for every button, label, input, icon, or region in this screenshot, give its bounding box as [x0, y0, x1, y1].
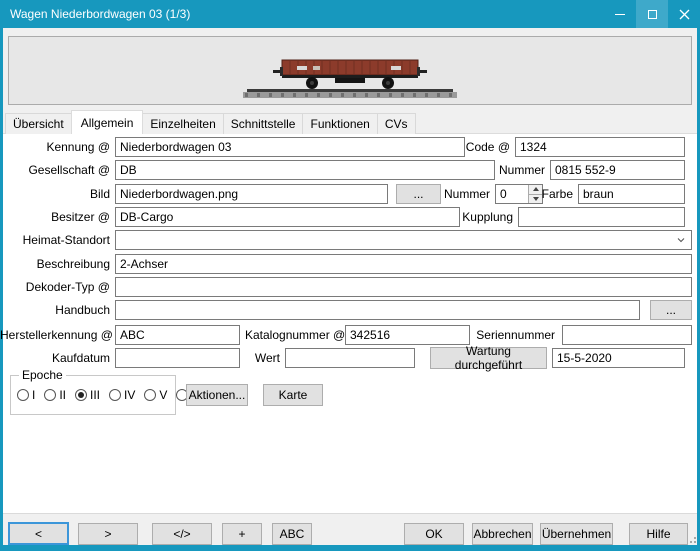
nummer-input[interactable]	[550, 160, 685, 180]
tab-label: Allgemein	[81, 116, 134, 130]
wagennummer-input[interactable]	[496, 185, 528, 203]
radio-label: IV	[124, 388, 135, 402]
beschreibung-label: Beschreibung	[0, 254, 110, 274]
dekoder-typ-label: Dekoder-Typ @	[0, 277, 110, 297]
beschreibung-input[interactable]	[115, 254, 692, 274]
tab-strip: Übersicht Allgemein Einzelheiten Schnitt…	[5, 110, 415, 134]
epoche-radio-5[interactable]: V	[144, 388, 167, 402]
epoche-radio-1[interactable]: I	[17, 388, 35, 402]
tab-allgemein[interactable]: Allgemein	[71, 110, 144, 134]
dekoder-typ-input[interactable]	[115, 277, 692, 297]
heimat-standort-select[interactable]	[115, 230, 692, 250]
wagon-image	[235, 40, 465, 102]
wagon-preview-panel	[8, 36, 692, 105]
radio-icon	[17, 389, 29, 401]
herstellerkennung-input[interactable]	[115, 325, 240, 345]
wartung-durchgefuehrt-button[interactable]: Wartung durchgeführt	[430, 347, 547, 369]
bild-label: Bild	[0, 184, 110, 204]
wert-label: Wert	[245, 348, 280, 368]
handbuch-label: Handbuch	[0, 300, 110, 320]
window-title: Wagen Niederbordwagen 03 (1/3)	[0, 7, 604, 21]
abc-button[interactable]: ABC	[272, 523, 312, 545]
tab-cvs[interactable]: CVs	[377, 113, 416, 134]
tab-schnittstelle[interactable]: Schnittstelle	[223, 113, 304, 134]
kennung-label: Kennung @	[0, 137, 110, 157]
tab-uebersicht[interactable]: Übersicht	[5, 113, 72, 134]
epoche-legend: Epoche	[19, 368, 66, 382]
seriennummer-input[interactable]	[562, 325, 692, 345]
katalognummer-input[interactable]	[345, 325, 470, 345]
radio-icon	[109, 389, 121, 401]
spin-up-icon	[533, 187, 539, 191]
radio-label: II	[59, 388, 66, 402]
epoche-radio-4[interactable]: IV	[109, 388, 135, 402]
wagennummer-spinner	[495, 184, 543, 204]
chevron-down-icon	[677, 236, 685, 244]
radio-icon	[144, 389, 156, 401]
close-icon	[679, 9, 690, 20]
tab-label: Funktionen	[310, 117, 369, 131]
window-controls	[604, 0, 700, 28]
cancel-button[interactable]: Abbrechen	[472, 523, 533, 545]
tab-label: Schnittstelle	[231, 117, 296, 131]
radio-checked-icon	[75, 389, 87, 401]
minimize-button[interactable]	[604, 0, 636, 28]
tab-label: Übersicht	[13, 117, 64, 131]
next-record-button[interactable]: >	[78, 523, 138, 545]
bild-input[interactable]	[115, 184, 388, 204]
code-input[interactable]	[515, 137, 685, 157]
kaufdatum-label: Kaufdatum	[0, 348, 110, 368]
epoche-radio-3[interactable]: III	[75, 388, 100, 402]
kupplung-label: Kupplung	[460, 207, 513, 227]
farbe-input[interactable]	[578, 184, 685, 204]
tab-label: CVs	[385, 117, 408, 131]
nummer-label: Nummer	[497, 160, 545, 180]
herstellerkennung-label: Herstellerkennung @	[0, 325, 110, 345]
kennung-input[interactable]	[115, 137, 465, 157]
maximize-button[interactable]	[636, 0, 668, 28]
radio-label: III	[90, 388, 100, 402]
ok-button[interactable]: OK	[404, 523, 464, 545]
bild-browse-button[interactable]: ...	[396, 184, 441, 204]
titlebar: Wagen Niederbordwagen 03 (1/3)	[0, 0, 700, 28]
handbuch-browse-button[interactable]: ...	[650, 300, 692, 320]
add-button[interactable]: +	[222, 523, 262, 545]
epoche-radio-group: I II III IV V VI	[17, 388, 203, 402]
tab-label: Einzelheiten	[150, 117, 215, 131]
apply-button[interactable]: Übernehmen	[540, 523, 613, 545]
kaufdatum-input[interactable]	[115, 348, 240, 368]
radio-label: V	[159, 388, 167, 402]
help-button[interactable]: Hilfe	[629, 523, 688, 545]
gesellschaft-label: Gesellschaft @	[0, 160, 110, 180]
seriennummer-label: Seriennummer	[470, 325, 555, 345]
code-label: Code @	[448, 137, 510, 157]
radio-label: I	[32, 388, 35, 402]
farbe-label: Farbe	[540, 184, 573, 204]
wartung-datum-input[interactable]	[552, 348, 685, 368]
spin-down-icon	[533, 197, 539, 201]
katalognummer-label: Katalognummer @	[245, 325, 340, 345]
gesellschaft-input[interactable]	[115, 160, 495, 180]
prev-record-button[interactable]: <	[8, 522, 69, 545]
resize-grip[interactable]	[686, 533, 696, 543]
tab-einzelheiten[interactable]: Einzelheiten	[142, 113, 223, 134]
handbuch-input[interactable]	[115, 300, 640, 320]
code-view-button[interactable]: </>	[152, 523, 212, 545]
minimize-icon	[615, 14, 625, 15]
maximize-icon	[648, 10, 657, 19]
radio-icon	[44, 389, 56, 401]
karte-button[interactable]: Karte	[263, 384, 323, 406]
kupplung-input[interactable]	[518, 207, 685, 227]
besitzer-input[interactable]	[115, 207, 460, 227]
heimat-standort-label: Heimat-Standort	[0, 230, 110, 250]
wagennummer-label: Nummer	[440, 184, 490, 204]
close-button[interactable]	[668, 0, 700, 28]
epoche-radio-2[interactable]: II	[44, 388, 66, 402]
tab-funktionen[interactable]: Funktionen	[302, 113, 377, 134]
dialog-window: Wagen Niederbordwagen 03 (1/3)	[0, 0, 700, 551]
aktionen-button[interactable]: Aktionen...	[186, 384, 248, 406]
wert-input[interactable]	[285, 348, 415, 368]
besitzer-label: Besitzer @	[0, 207, 110, 227]
